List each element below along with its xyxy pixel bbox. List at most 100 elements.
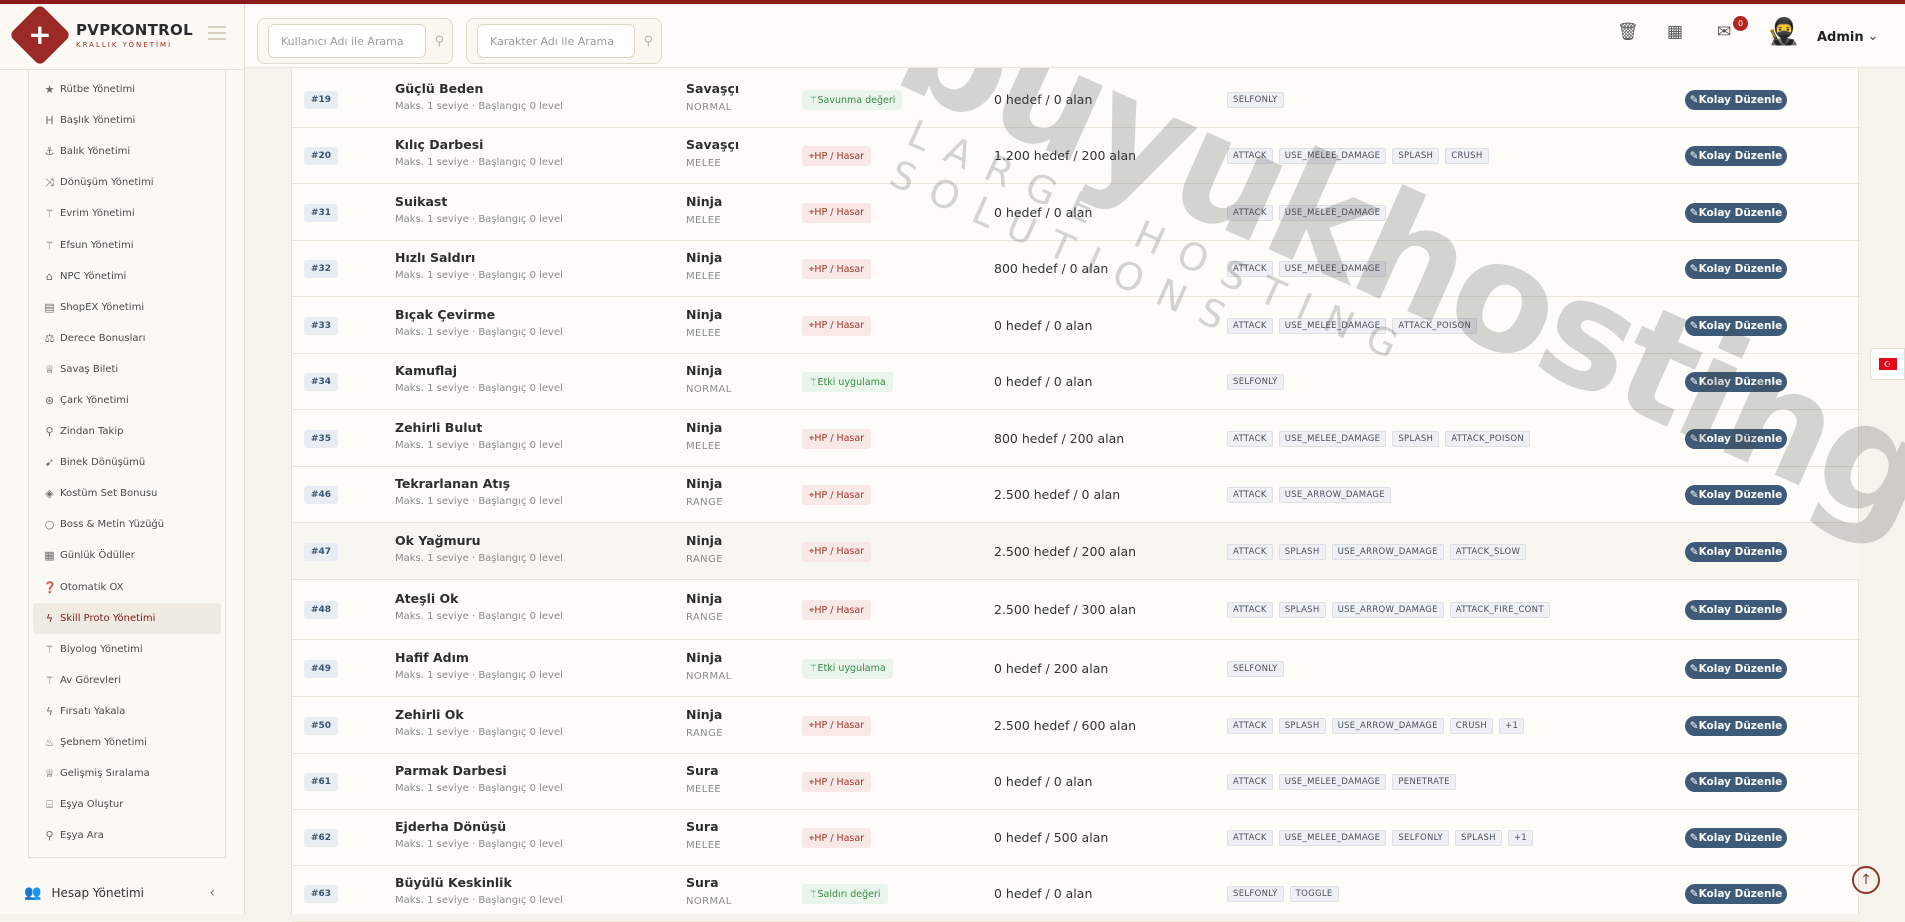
easy-edit-button[interactable]: ✎ Kolay Düzenle [1685,828,1787,848]
sidebar-item[interactable]: ♕ Gelişmiş Sıralama [29,758,225,789]
sidebar-item-label: ShopEX Yönetimi [60,301,145,313]
effect-badge: ⌖ HP / Hasar [802,772,872,792]
easy-edit-button[interactable]: ✎ Kolay Düzenle [1685,259,1787,279]
bolt-icon: ϟ [45,611,54,625]
edit-label: Kolay Düzenle [1698,94,1783,106]
sidebar-item[interactable]: ▤ ShopEX Yönetimi [29,292,225,323]
skill-flags: SELFONLY TOGGLE [1227,886,1647,902]
skill-type: NORMAL [686,896,732,907]
sidebar-item[interactable]: H Başlık Yönetimi [29,105,225,136]
easy-edit-button[interactable]: ✎ Kolay Düzenle [1685,600,1787,620]
edit-label: Kolay Düzenle [1698,432,1783,445]
effect-badge: ⚚ Saldırı değeri [802,884,888,904]
wand-icon: ⚚ [809,663,818,674]
easy-edit-button[interactable]: ✎ Kolay Düzenle [1685,372,1787,392]
skill-name: Ejderha Dönüşü [395,819,507,834]
calendar-icon[interactable]: ▦ [1667,22,1683,42]
trophy-icon: ♕ [44,767,55,781]
effect-label: Etki uygulama [817,376,886,388]
pencil-icon: ✎ [1689,832,1699,844]
menu-toggle-icon[interactable] [208,26,226,40]
easy-edit-button[interactable]: ✎ Kolay Düzenle [1685,202,1787,223]
sidebar-item[interactable]: ϟ Fırsatı Yakala [29,696,225,727]
sidebar-item[interactable]: ★ Rütbe Yönetimi [29,74,225,105]
flag-tag: SELFONLY [1227,374,1284,390]
effect-badge: ⌖ HP / Hasar [802,315,872,336]
skill-target: 2.500 hedef / 600 alan [994,717,1137,733]
sidebar-item[interactable]: ⚲ Eşya Ara [29,820,225,851]
sidebar-item[interactable]: ▦ Günlük Ödüller [29,540,225,571]
sidebar-item[interactable]: ⚚ Evrim Yönetimi [29,198,225,229]
search-icon[interactable]: ⚲ [434,34,444,49]
skill-class: Savaşçı [686,81,740,96]
sidebar-item[interactable]: ♕ Savaş Bileti [29,354,225,385]
easy-edit-button[interactable]: ✎ Kolay Düzenle [1685,658,1787,679]
easy-edit-button[interactable]: ✎ Kolay Düzenle [1685,715,1787,736]
sidebar-item[interactable]: ⚚ Biyolog Yönetimi [29,634,225,665]
sidebar-item[interactable]: ⤨ Dönüşüm Yönetimi [29,167,225,198]
sidebar-item[interactable]: ⚖ Derece Bonusları [29,323,225,354]
easy-edit-button[interactable]: ✎ Kolay Düzenle [1685,884,1787,904]
brand-subtitle: KRALLIK YÖNETİMİ [76,40,173,49]
sidebar-item[interactable]: ⚚ Av Görevleri [29,665,225,696]
pencil-icon: ✎ [1689,888,1699,900]
flag-tag: USE_MELEE_DAMAGE [1278,430,1387,447]
sidebar-item[interactable]: ♨ Şebnem Yönetimi [29,727,225,758]
easy-edit-button[interactable]: ✎ Kolay Düzenle [1685,146,1787,166]
search-icon[interactable]: ⚲ [643,34,653,49]
table-row: #61 Parmak Darbesi Maks. 1 seviye · Başlan… [292,754,1860,810]
sidebar-item[interactable]: ⚚ Efsun Yönetimi [29,229,225,260]
char-search-input[interactable]: Karakter Adı ile Arama [477,24,635,58]
sidebar-item[interactable]: ⚓ Balık Yönetimi [29,136,225,167]
effect-badge: ⌖ HP / Hasar [802,259,872,279]
skill-subinfo: Maks. 1 seviye · Başlangıç 0 level [395,213,563,225]
sidebar-item[interactable]: ⌸ Eşya Oluştur [29,789,225,820]
sidebar-item[interactable]: ϟ Skill Proto Yönetimi [33,602,221,634]
sidebar-item[interactable]: ◈ Kostüm Set Bonusu [29,478,225,509]
edit-label: Kolay Düzenle [1698,604,1783,616]
account-label: Hesap Yönetimi [51,886,145,900]
sidebar-item[interactable]: ❓ Otomatik OX [29,572,225,603]
easy-edit-button[interactable]: ✎ Kolay Düzenle [1685,541,1787,562]
effect-badge: ⌖ HP / Hasar [802,428,872,449]
skill-flags: ATTACK USE_MELEE_DAMAGE SPLASH ATTACK_POISO… [1227,430,1647,447]
effect-label: HP / Hasar [814,489,865,501]
sidebar-item[interactable]: ➹ Binek Dönüşümü [29,447,225,478]
flag-tag: USE_MELEE_DAMAGE [1278,261,1387,277]
skill-target: 0 hedef / 0 alan [994,204,1093,220]
effect-label: Etki uygulama [817,663,886,674]
scroll-top-button[interactable]: ↑ [1852,866,1880,894]
effect-label: HP / Hasar [814,150,865,162]
edit-label: Kolay Düzenle [1698,150,1783,162]
easy-edit-button[interactable]: ✎ Kolay Düzenle [1685,772,1787,792]
sidebar-item[interactable]: ○ Boss & Metin Yüzüğü [29,509,225,540]
skill-id-badge: #20 [304,147,338,165]
brand-title: PVPKONTROL [76,20,193,39]
skill-subinfo: Maks. 1 seviye · Başlangıç 0 level [395,439,563,451]
user-name[interactable]: Admin [1817,30,1864,45]
easy-edit-button[interactable]: ✎ Kolay Düzenle [1685,90,1787,110]
language-flag[interactable]: ☪ [1870,348,1905,380]
skill-class: Ninja [686,476,723,491]
flag-tag: USE_ARROW_DAMAGE [1331,602,1444,618]
flag-tag: USE_MELEE_DAMAGE [1278,830,1387,846]
effect-label: HP / Hasar [814,720,865,731]
easy-edit-button[interactable]: ✎ Kolay Düzenle [1685,428,1787,449]
account-menu[interactable]: 👥 Hesap Yönetimi ‹ [0,872,245,914]
sidebar-item[interactable]: ⚲ Zindan Takip [29,416,225,447]
mail-icon[interactable]: ✉ [1717,22,1731,42]
sidebar-item[interactable]: ⌂ NPC Yönetimi [29,261,225,292]
chevron-down-icon[interactable]: ⌄ [1867,28,1879,44]
pencil-icon: ✎ [1689,719,1699,732]
brand-logo-icon: + [8,3,72,66]
trash-icon[interactable]: 🗑 [1617,22,1639,42]
easy-edit-button[interactable]: ✎ Kolay Düzenle [1685,485,1787,505]
table-row: #62 Ejderha Dönüşü Maks. 1 seviye · Başlan… [292,810,1860,866]
top-accent-line [0,0,1905,4]
flag-tag: ATTACK [1227,430,1273,447]
shop-icon: ▤ [44,300,55,314]
easy-edit-button[interactable]: ✎ Kolay Düzenle [1685,315,1787,336]
sidebar-item[interactable]: ⊛ Çark Yönetimi [29,385,225,416]
avatar[interactable]: 🥷 [1767,17,1799,51]
user-search-input[interactable]: Kullanıcı Adı ile Arama [268,24,426,58]
